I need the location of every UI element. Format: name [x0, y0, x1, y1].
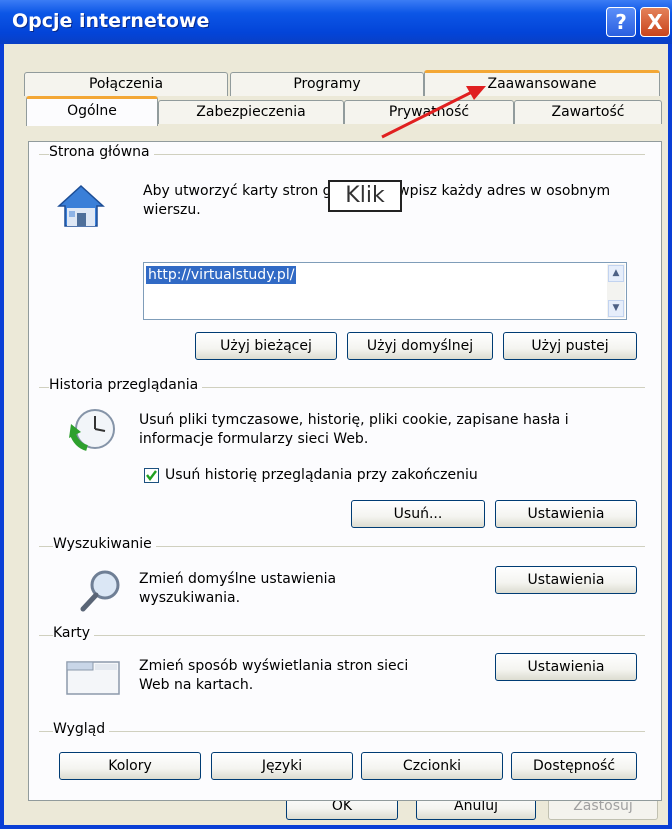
- history-description: Usuń pliki tymczasowe, historię, pliki c…: [139, 412, 569, 447]
- search-description: Zmień domyślne ustawienia wyszukiwania.: [139, 571, 337, 606]
- internet-options-window: Opcje internetowe ? X Połączenia Program…: [0, 0, 672, 829]
- section-title-appearance: Wygląd: [53, 721, 110, 737]
- delete-history-button[interactable]: Usuń...: [351, 500, 485, 528]
- home-page-urls-textarea[interactable]: http://virtualstudy.pl/ ▲ ▼: [143, 262, 627, 320]
- close-button[interactable]: X: [640, 7, 670, 37]
- use-current-button[interactable]: Użyj bieżącej: [195, 332, 337, 360]
- history-settings-button[interactable]: Ustawienia: [495, 500, 637, 528]
- checkmark-icon: [146, 470, 157, 481]
- colors-button[interactable]: Kolory: [59, 752, 201, 780]
- tabbed-window-icon: [66, 661, 120, 695]
- section-title-tabs: Karty: [53, 625, 95, 641]
- accessibility-button[interactable]: Dostępność: [511, 752, 637, 780]
- scroll-up-icon[interactable]: ▲: [608, 265, 624, 282]
- home-url[interactable]: http://virtualstudy.pl/: [146, 266, 297, 284]
- tabs-settings-button[interactable]: Ustawienia: [495, 653, 637, 681]
- fonts-button[interactable]: Czcionki: [361, 752, 503, 780]
- scroll-down-icon[interactable]: ▼: [608, 300, 624, 317]
- history-clock-icon: [69, 409, 115, 451]
- title-bar[interactable]: Opcje internetowe ? X: [0, 0, 672, 44]
- annotation-arrow: [381, 86, 486, 139]
- divider: [39, 731, 645, 732]
- general-tab-panel: Strona główna Aby utworzyć karty stron g…: [28, 141, 662, 801]
- search-settings-button[interactable]: Ustawienia: [495, 566, 637, 594]
- dialog-client-area: Połączenia Programy Zaawansowane Ogólne …: [4, 44, 668, 825]
- window-title: Opcje internetowe: [12, 10, 210, 32]
- magnifier-icon: [80, 570, 120, 612]
- delete-history-on-exit-checkbox[interactable]: [144, 468, 159, 483]
- section-title-history: Historia przeglądania: [49, 377, 203, 393]
- use-blank-button[interactable]: Użyj pustej: [503, 332, 637, 360]
- help-button[interactable]: ?: [606, 7, 636, 37]
- delete-history-on-exit-label[interactable]: Usuń historię przeglądania przy zakończe…: [165, 466, 478, 485]
- use-default-button[interactable]: Użyj domyślnej: [347, 332, 493, 360]
- section-title-search: Wyszukiwanie: [53, 536, 156, 552]
- textarea-scrollbar[interactable]: ▲ ▼: [607, 264, 625, 318]
- languages-button[interactable]: Języki: [211, 752, 353, 780]
- tabs-description: Zmień sposób wyświetlania stron sieci We…: [139, 658, 409, 693]
- divider: [39, 635, 645, 636]
